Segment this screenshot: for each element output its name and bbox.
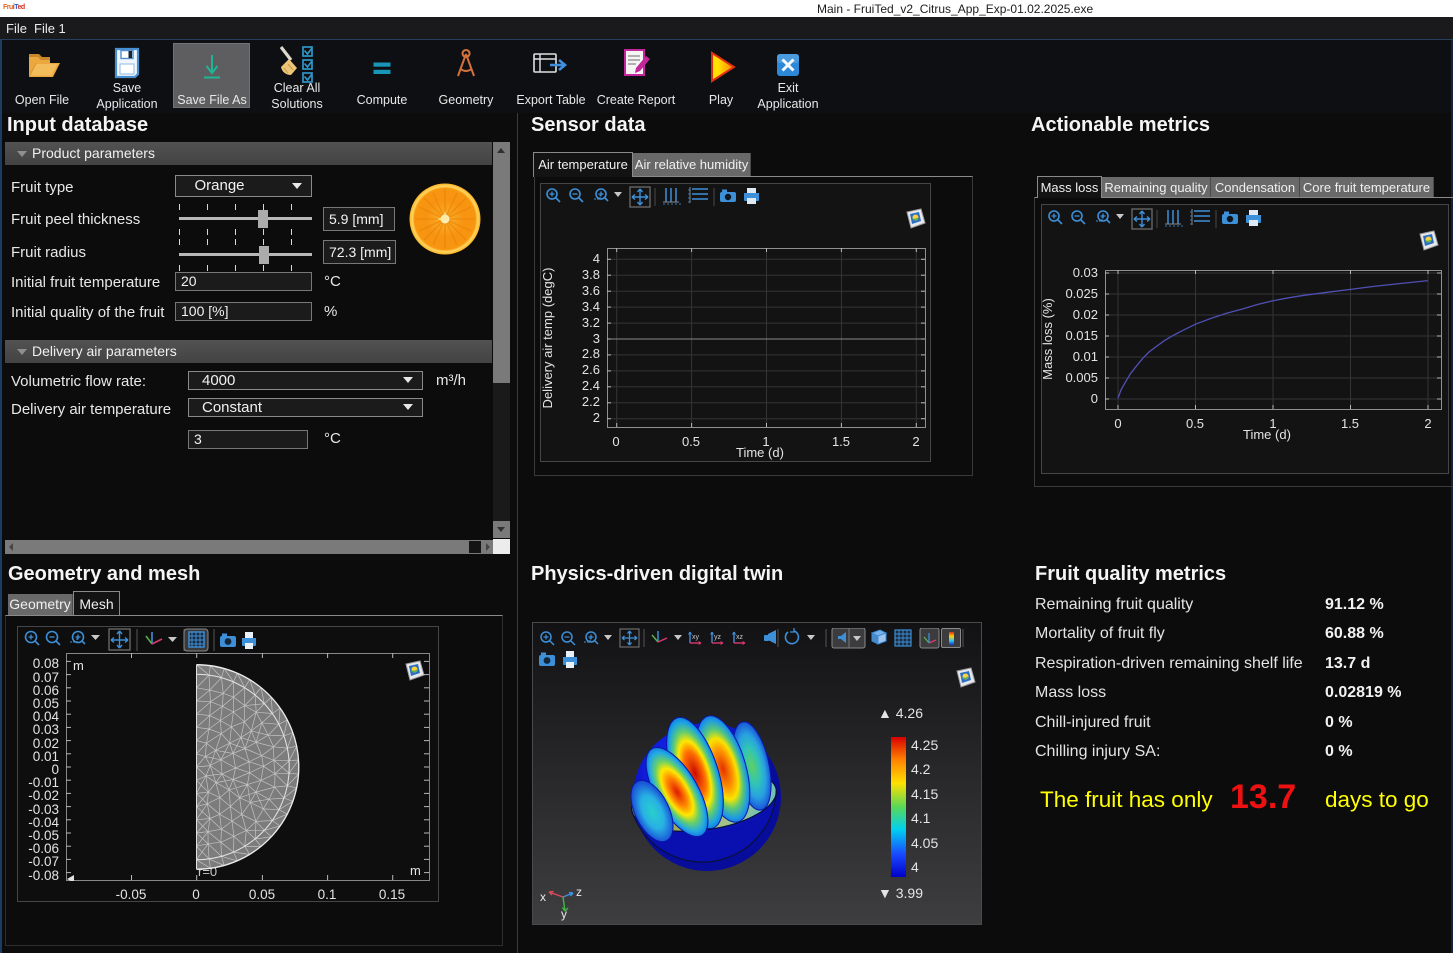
svg-text:yz: yz bbox=[714, 634, 722, 641]
svg-text:z: z bbox=[576, 885, 582, 899]
svg-text:xy: xy bbox=[692, 634, 700, 641]
svg-text:xz: xz bbox=[736, 634, 744, 641]
svg-text:x: x bbox=[540, 890, 546, 904]
svg-text:y: y bbox=[561, 907, 567, 921]
